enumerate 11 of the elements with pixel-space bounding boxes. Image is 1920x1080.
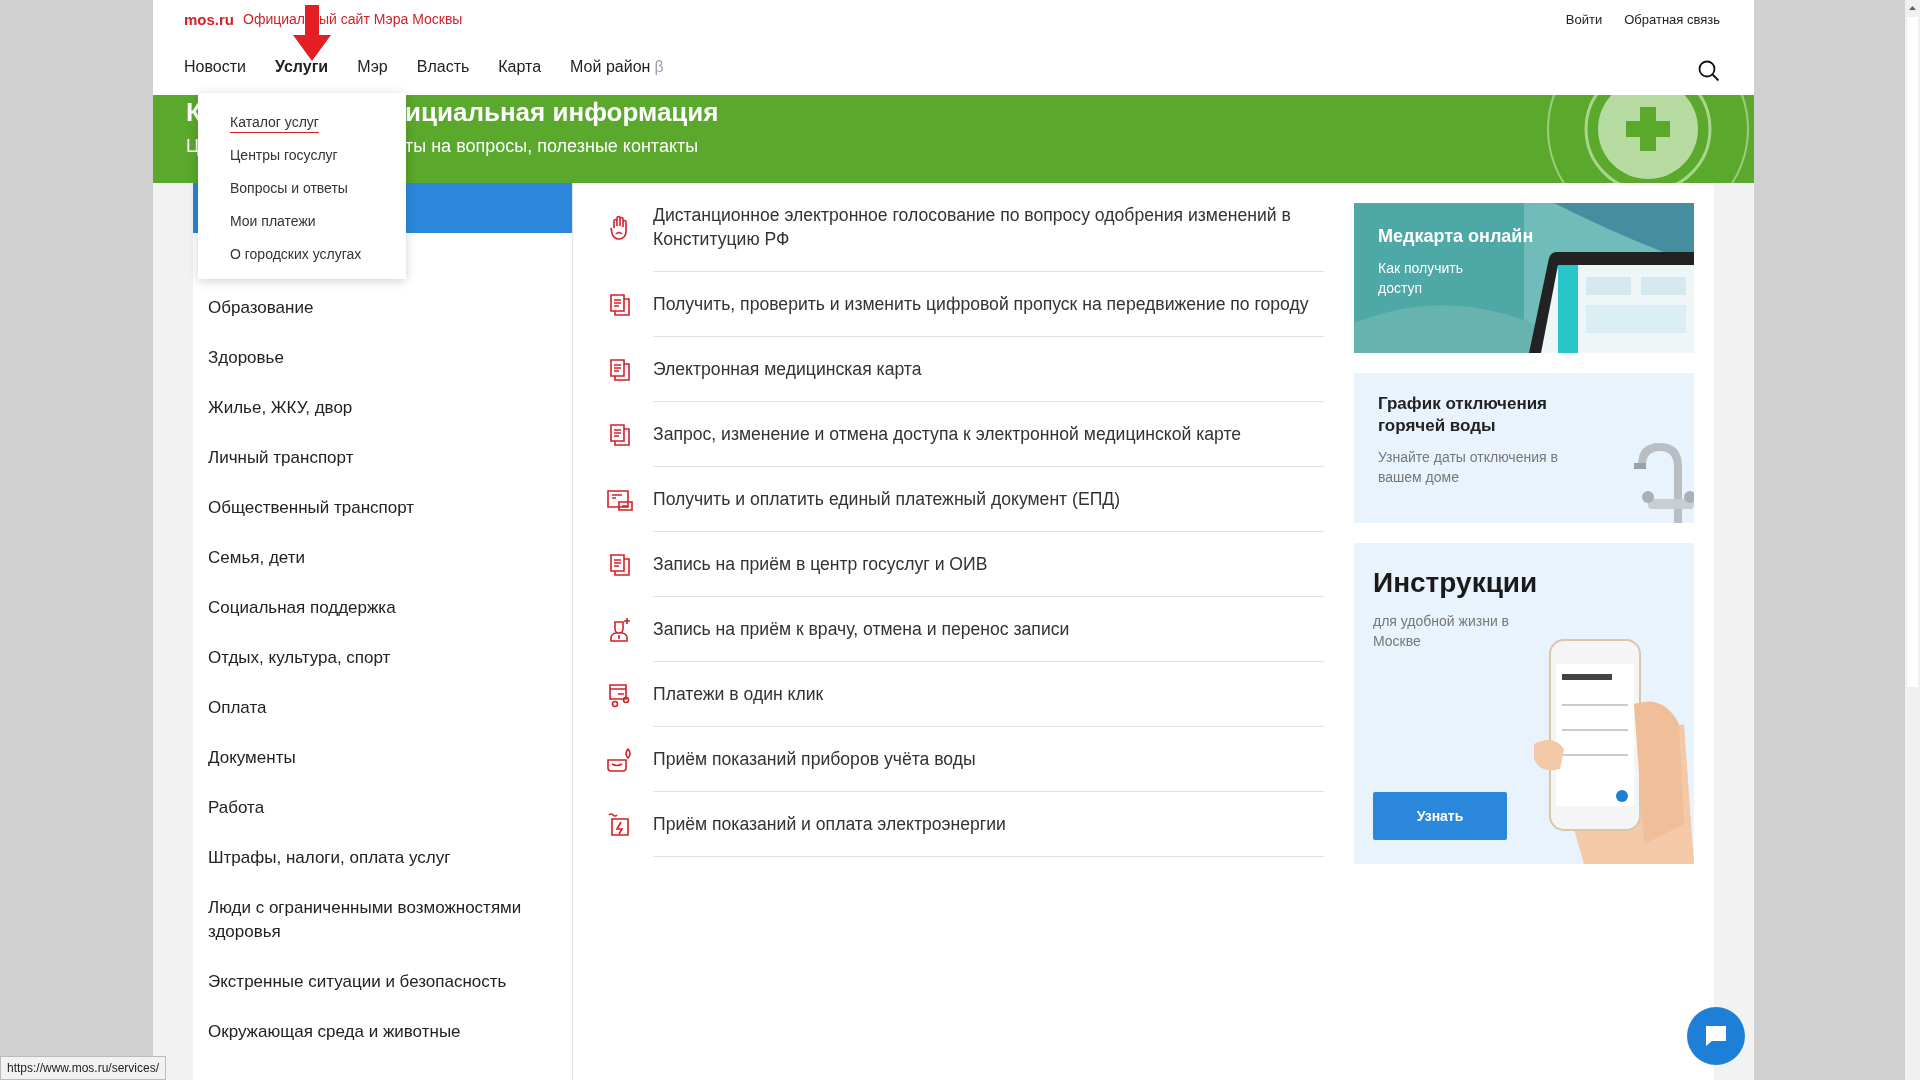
promo-subtitle: Как получить доступ xyxy=(1378,259,1464,299)
promo-title: График отключения горячей воды xyxy=(1378,393,1549,438)
banner-title: ициальная информация xyxy=(405,97,719,128)
promo-subtitle: для удобной жизни в Москве xyxy=(1373,612,1511,652)
promo-title: Инструкции xyxy=(1373,566,1538,600)
promo-subtitle: Узнайте даты отключения в вашем доме xyxy=(1378,448,1559,488)
banner-subtitle: ты на вопросы, полезные контакты xyxy=(405,136,699,157)
site-tagline: ый сайт Мэра Москвы xyxy=(319,11,463,27)
status-url: https://www.mos.ru/services/ xyxy=(0,1056,167,1080)
promo-title: Медкарта онлайн xyxy=(1378,225,1534,248)
site-tagline: Официал xyxy=(243,11,306,27)
